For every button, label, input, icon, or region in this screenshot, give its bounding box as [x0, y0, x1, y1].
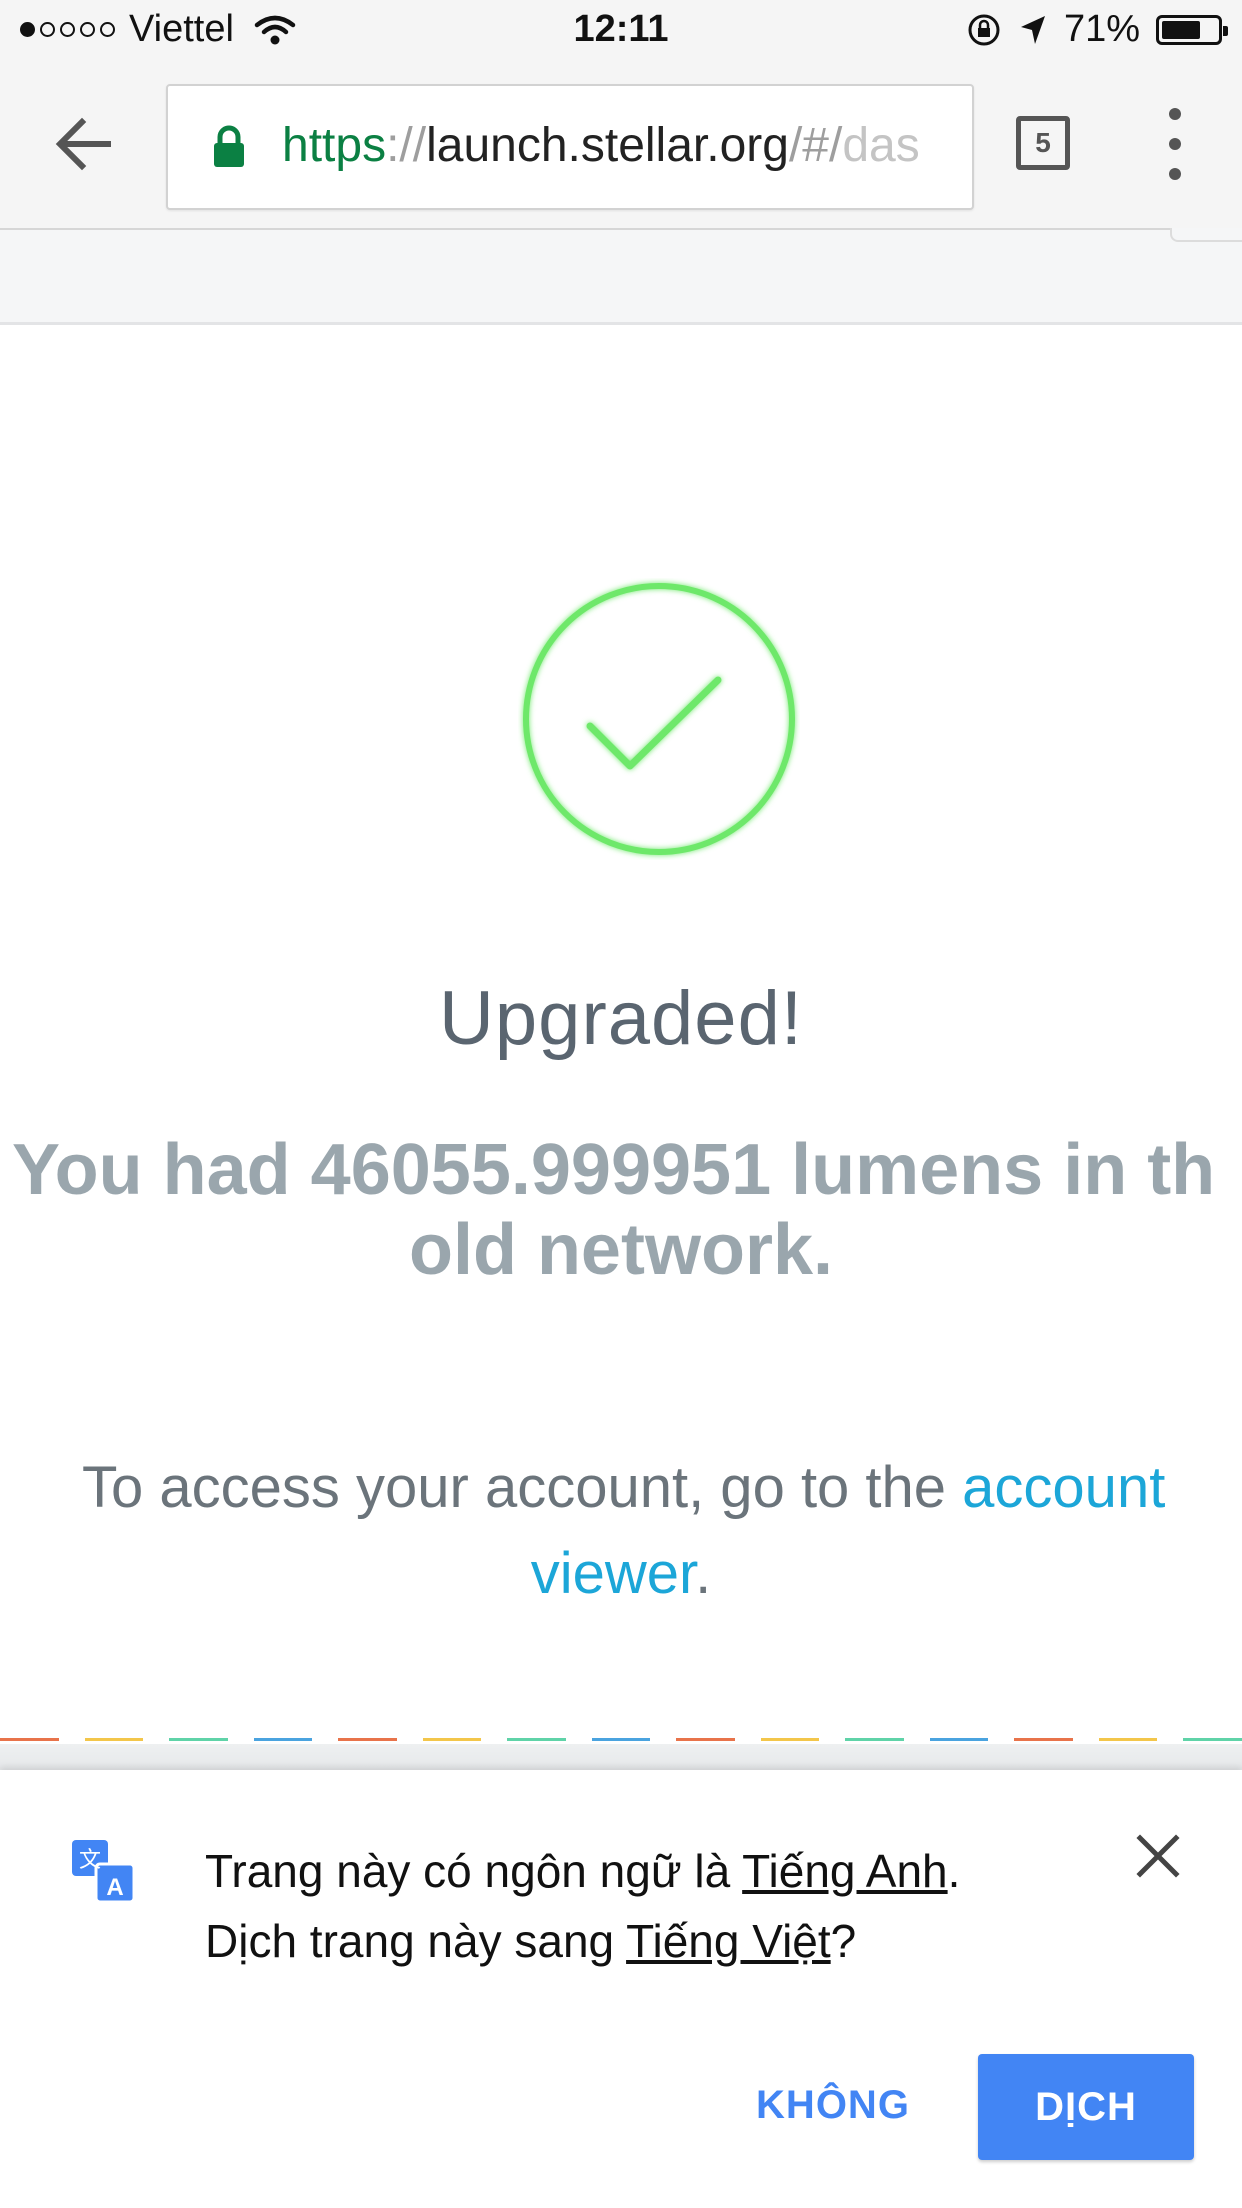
tab-count: 5: [1035, 127, 1051, 158]
stripe-segment: [84, 1738, 144, 1741]
footer-band: [0, 1744, 1242, 1770]
url-scheme: https: [282, 119, 387, 172]
stripe-segment: [422, 1738, 482, 1741]
target-language-link[interactable]: Tiếng Việt: [626, 1915, 831, 1967]
stripe-segment: [1098, 1738, 1158, 1741]
stripe-segment: [169, 1738, 228, 1741]
page-header-band: [0, 228, 1242, 325]
overflow-menu-icon[interactable]: [1160, 108, 1190, 180]
location-arrow-icon: [1020, 15, 1045, 44]
account-viewer-link[interactable]: viewer: [531, 1541, 695, 1606]
balance-line-2: old network.: [408, 1210, 834, 1290]
translate-infobar: 文 A Trang này có ngôn ngữ là Tiếng Anh. …: [0, 1770, 1242, 2208]
access-text: To access your account, go to the: [82, 1455, 963, 1520]
browser-toolbar: https://launch.stellar.org/#/das 5: [0, 64, 1242, 230]
lock-icon: [214, 125, 244, 167]
status-right-group: 71%: [966, 8, 1228, 51]
translate-icon: 文 A: [72, 1840, 136, 1904]
stripe-segment: [338, 1738, 397, 1741]
stripe-segment: [507, 1738, 566, 1741]
access-suffix: .: [695, 1541, 712, 1606]
access-line-1: To access your account, go to the accoun…: [82, 1445, 1165, 1531]
status-bar: Viettel 12:11 71%: [0, 0, 1242, 64]
stripe-segment: [0, 1738, 59, 1741]
url-path: das: [842, 119, 920, 172]
svg-text:文: 文: [79, 1848, 101, 1873]
svg-text:A: A: [106, 1874, 123, 1901]
account-viewer-link[interactable]: account: [962, 1455, 1165, 1520]
translate-punct: .: [947, 1845, 961, 1897]
url-text[interactable]: https://launch.stellar.org/#/das: [282, 118, 920, 173]
battery-percent: 71%: [1063, 8, 1140, 50]
balance-line-1: You had 46055.999951 lumens in th: [12, 1130, 1216, 1210]
stripe-segment: [1183, 1738, 1242, 1741]
translate-line-1: Trang này có ngôn ngữ là Tiếng Anh.: [205, 1836, 960, 1906]
page-header-tab: [1170, 228, 1242, 242]
translate-text: Trang này có ngôn ngữ là: [205, 1845, 743, 1897]
orientation-lock-icon: [968, 14, 1000, 45]
translate-punct: ?: [830, 1915, 857, 1967]
translate-button[interactable]: DỊCH: [978, 2054, 1194, 2160]
source-language-link[interactable]: Tiếng Anh: [742, 1845, 947, 1897]
decline-translate-button[interactable]: KHÔNG: [738, 2060, 928, 2150]
translate-message: Trang này có ngôn ngữ là Tiếng Anh. Dịch…: [205, 1836, 960, 1976]
stripe-segment: [845, 1738, 904, 1741]
translate-line-2: Dịch trang này sang Tiếng Việt?: [205, 1906, 960, 1976]
url-bar[interactable]: https://launch.stellar.org/#/das: [166, 84, 974, 210]
url-separator: ://: [386, 119, 427, 172]
url-host: launch.stellar.org: [426, 119, 789, 172]
tab-switcher-button[interactable]: 5: [1016, 116, 1070, 170]
close-icon[interactable]: [1134, 1832, 1182, 1880]
battery-icon: [1156, 14, 1228, 45]
page-title: Upgraded!: [439, 976, 803, 1061]
stripe-segment: [676, 1738, 735, 1741]
stripe-segment: [253, 1738, 313, 1741]
access-line-2: viewer.: [0, 1531, 1242, 1617]
stripe-segment: [1014, 1738, 1073, 1741]
stripe-segment: [591, 1738, 651, 1741]
stripe-segment: [760, 1738, 820, 1741]
translate-text: Dịch trang này sang: [205, 1915, 627, 1967]
back-arrow-icon[interactable]: [50, 112, 120, 176]
success-check-icon: [523, 583, 795, 855]
stripe-segment: [929, 1738, 989, 1741]
url-separator: /#/: [788, 119, 843, 172]
